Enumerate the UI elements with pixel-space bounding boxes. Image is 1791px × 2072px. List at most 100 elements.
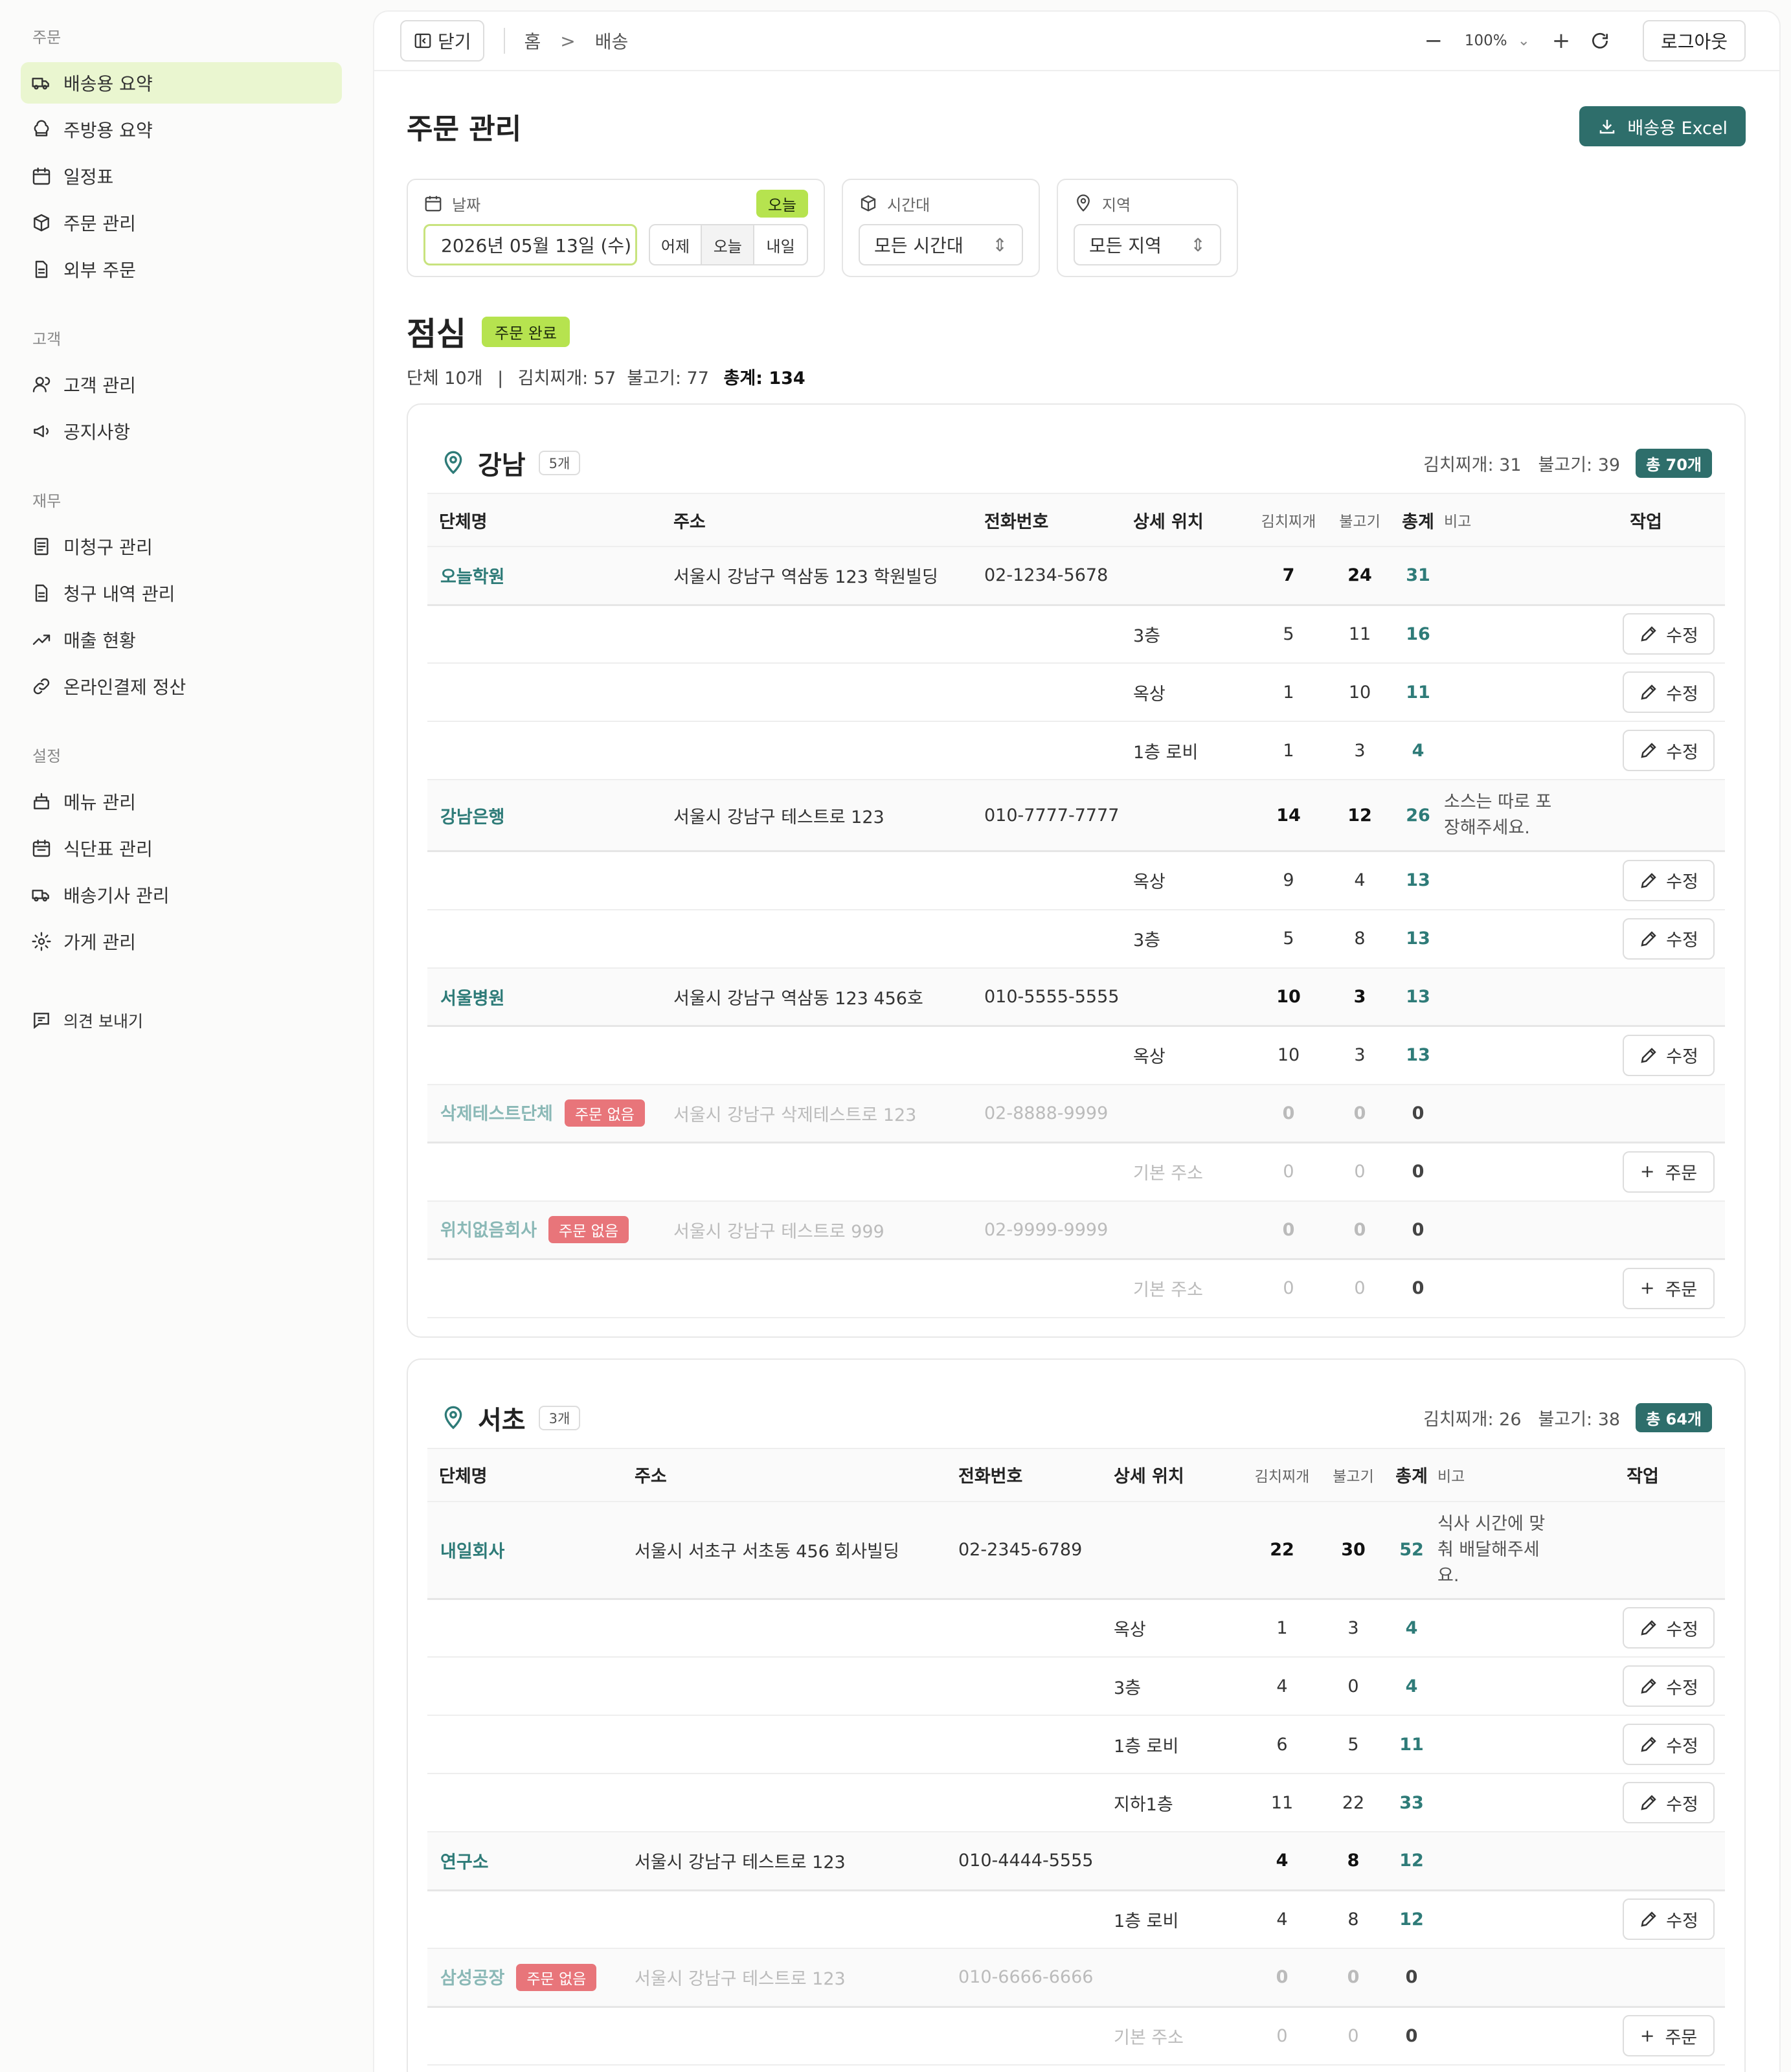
org-location <box>1133 1200 1250 1260</box>
export-excel-button[interactable]: 배송용 Excel <box>1579 106 1746 146</box>
sidebar-collapse-icon <box>414 33 431 49</box>
add-order-button[interactable]: + 주문 <box>1623 2015 1715 2057</box>
row-total: 0 <box>1392 1259 1444 1318</box>
region-kimchi: 김치찌개: 31 <box>1423 455 1522 475</box>
plus-icon: + <box>1639 1162 1655 1182</box>
chef-hat-icon <box>34 120 49 137</box>
sidebar-item[interactable]: 미청구 관리 <box>21 526 342 567</box>
edit-button[interactable]: 수정 <box>1623 730 1715 771</box>
location-name: 3층 <box>1133 909 1250 969</box>
edit-button[interactable]: 수정 <box>1623 1898 1715 1941</box>
org-name[interactable]: 내일회사 <box>427 1501 635 1600</box>
org-actions <box>1560 1501 1725 1600</box>
location-name: 옥상 <box>1133 851 1250 910</box>
location-row: 기본 주소 0 0 0 + 주문 <box>427 2007 1725 2066</box>
minus-icon: − <box>1424 28 1443 54</box>
excel-label: 배송용 Excel <box>1627 118 1728 139</box>
tomorrow-button[interactable]: 내일 <box>754 225 807 264</box>
location-row: 3층 5 11 16 수정 <box>427 605 1725 664</box>
feedback-button[interactable]: 의견 보내기 <box>21 1000 342 1041</box>
edit-button[interactable]: 수정 <box>1623 1034 1715 1076</box>
pencil-icon <box>1641 743 1656 758</box>
no-order-badge: 주문 없음 <box>548 1216 629 1244</box>
edit-button[interactable]: 수정 <box>1623 671 1715 713</box>
zoom-in-button[interactable]: + <box>1542 21 1581 60</box>
edit-button[interactable]: 수정 <box>1623 1665 1715 1707</box>
org-address: 서울시 강남구 테스트로 123 <box>673 780 984 852</box>
sidebar-item[interactable]: 외부 주문 <box>21 249 342 290</box>
edit-button[interactable]: 수정 <box>1623 918 1715 960</box>
column-header: 비고 <box>1444 493 1567 547</box>
breadcrumb-home[interactable]: 홈 <box>524 28 541 54</box>
zoom-select[interactable]: 100% ⌄ <box>1465 32 1530 49</box>
edit-button[interactable]: 수정 <box>1623 859 1715 901</box>
kimchi-count: 1 <box>1250 721 1327 780</box>
edit-button[interactable]: 수정 <box>1623 1607 1715 1649</box>
edit-button[interactable]: 수정 <box>1623 1724 1715 1765</box>
map-pin-icon <box>444 451 462 475</box>
add-order-button[interactable]: + 주문 <box>1623 1267 1715 1309</box>
kimchi-count: 9 <box>1250 851 1327 910</box>
column-header: 총계 <box>1392 493 1444 547</box>
zoom-out-button[interactable]: − <box>1414 21 1453 60</box>
org-note <box>1444 546 1567 606</box>
region-select-value: 모든 지역 <box>1089 235 1162 256</box>
sidebar-item[interactable]: 배송용 요약 <box>21 62 342 104</box>
row-total: 13 <box>1392 909 1444 969</box>
time-select[interactable]: 모든 시간대 ⇕ <box>859 224 1023 265</box>
org-name[interactable]: 삼성공장 주문 없음 <box>427 1948 635 2008</box>
sidebar-item[interactable]: 고객 관리 <box>21 364 342 405</box>
sidebar-item[interactable]: 메뉴 관리 <box>21 781 342 822</box>
close-sidebar-button[interactable]: 닫기 <box>400 20 484 62</box>
bulgogi-count: 0 <box>1321 1657 1386 1716</box>
receipt-icon <box>34 537 49 556</box>
location-name: 1층 로비 <box>1114 1715 1243 1774</box>
org-row: 서울병원 서울시 강남구 역삼동 123 456호 010-5555-5555 … <box>427 967 1725 1027</box>
refresh-button[interactable] <box>1581 21 1619 60</box>
section-label: 주문 <box>32 28 62 47</box>
logout-button[interactable]: 로그아웃 <box>1642 20 1746 62</box>
org-location <box>1133 780 1250 852</box>
location-row: 기본 주소 0 0 0 + 주문 <box>427 1142 1725 1202</box>
sidebar-item[interactable]: 주문 관리 <box>21 202 342 243</box>
row-total: 52 <box>1386 1501 1437 1600</box>
kimchi-count: 14 <box>1250 780 1327 852</box>
orders-table: 단체명 주소 전화번호 상세 위치 김치찌개 불고기 총계 비고 작업 내일회사 서울시 서초구… <box>427 1447 1725 2066</box>
org-actions <box>1567 967 1725 1027</box>
sidebar-item[interactable]: 식단표 관리 <box>21 828 342 869</box>
org-row: 위치없음회사 주문 없음 서울시 강남구 테스트로 999 02-9999-999… <box>427 1200 1725 1260</box>
org-row: 삭제테스트단체 주문 없음 서울시 강남구 삭제테스트로 123 02-8888-… <box>427 1084 1725 1143</box>
sidebar-item[interactable]: 배송기사 관리 <box>21 874 342 916</box>
sidebar-item[interactable]: 가게 관리 <box>21 921 342 962</box>
add-order-button[interactable]: + 주문 <box>1623 1151 1715 1193</box>
today-button[interactable]: 오늘 <box>702 225 755 264</box>
sidebar-item[interactable]: 공지사항 <box>21 411 342 452</box>
edit-button[interactable]: 수정 <box>1623 613 1715 655</box>
sidebar-item[interactable]: 청구 내역 관리 <box>21 572 342 614</box>
org-row: 강남은행 서울시 강남구 테스트로 123 010-7777-7777 14 1… <box>427 780 1725 852</box>
region-select[interactable]: 모든 지역 ⇕ <box>1074 224 1221 265</box>
yesterday-button[interactable]: 어제 <box>650 225 703 264</box>
org-name[interactable]: 오늘학원 <box>427 546 673 606</box>
location-name: 1층 로비 <box>1114 1890 1243 1949</box>
sidebar-item-label: 미청구 관리 <box>63 537 153 558</box>
edit-button[interactable]: 수정 <box>1623 1782 1715 1823</box>
column-header: 김치찌개 <box>1250 493 1327 547</box>
kimchi-count: 22 <box>1243 1501 1321 1600</box>
date-input[interactable]: 2026년 05월 13일 (수) <box>423 224 637 265</box>
sidebar-item[interactable]: 온라인결제 정산 <box>21 666 342 707</box>
sidebar: 주문 배송용 요약 주방용 요약 일정표 주문 관리 외부 주문 고객 고객 관… <box>0 0 363 2072</box>
region-name: 강남 <box>478 451 526 480</box>
org-name[interactable]: 서울병원 <box>427 967 673 1027</box>
sidebar-item[interactable]: 매출 현황 <box>21 619 342 660</box>
org-name[interactable]: 연구소 <box>427 1832 635 1891</box>
org-name[interactable]: 위치없음회사 주문 없음 <box>427 1200 673 1260</box>
org-name[interactable]: 강남은행 <box>427 780 673 852</box>
bulgogi-count: 3 <box>1327 721 1392 780</box>
breadcrumb: 홈 > 배송 <box>524 28 629 54</box>
org-name[interactable]: 삭제테스트단체 주문 없음 <box>427 1084 673 1143</box>
location-row: 옥상 10 3 13 수정 <box>427 1026 1725 1085</box>
sidebar-item[interactable]: 주방용 요약 <box>21 109 342 150</box>
row-total: 26 <box>1392 780 1444 852</box>
sidebar-item[interactable]: 일정표 <box>21 155 342 197</box>
